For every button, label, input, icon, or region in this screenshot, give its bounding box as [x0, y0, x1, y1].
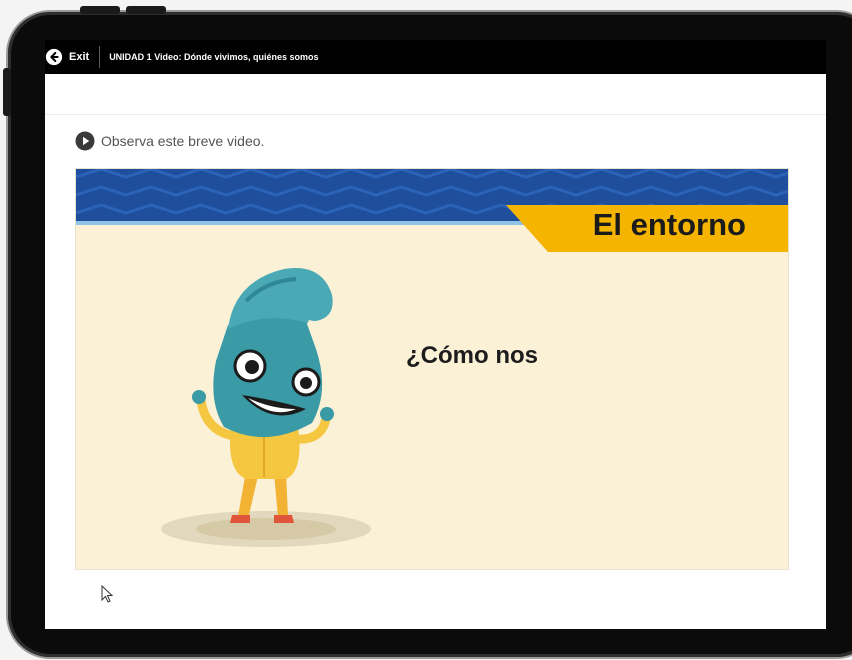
- exit-button[interactable]: Exit: [45, 40, 97, 74]
- page-title: UNIDAD 1 Video: Dónde vivimos, quiénes s…: [109, 52, 319, 62]
- mouse-pointer-icon: [101, 585, 113, 603]
- video-player[interactable]: El entorno ¿Cómo nos: [75, 168, 789, 570]
- screenshot-stage: Exit UNIDAD 1 Video: Dónde vivimos, quié…: [0, 0, 852, 660]
- tablet-top-button: [126, 6, 166, 14]
- mascot-character: [161, 268, 371, 547]
- top-bar: Exit UNIDAD 1 Video: Dónde vivimos, quié…: [45, 40, 826, 74]
- instruction-text: Observa este breve video.: [101, 133, 265, 149]
- subheader-bar: [45, 74, 826, 115]
- topbar-divider: [99, 46, 101, 68]
- tablet-side-button: [3, 68, 11, 116]
- tablet-screen: Exit UNIDAD 1 Video: Dónde vivimos, quié…: [45, 40, 826, 629]
- arrow-left-circle-icon: [45, 48, 63, 66]
- exit-label: Exit: [69, 51, 90, 63]
- tablet-top-button: [80, 6, 120, 14]
- video-title: El entorno: [592, 207, 746, 242]
- instruction-row: Observa este breve video.: [75, 131, 264, 151]
- video-question-text: ¿Cómo nos: [406, 342, 538, 369]
- play-circle-icon: [75, 131, 95, 151]
